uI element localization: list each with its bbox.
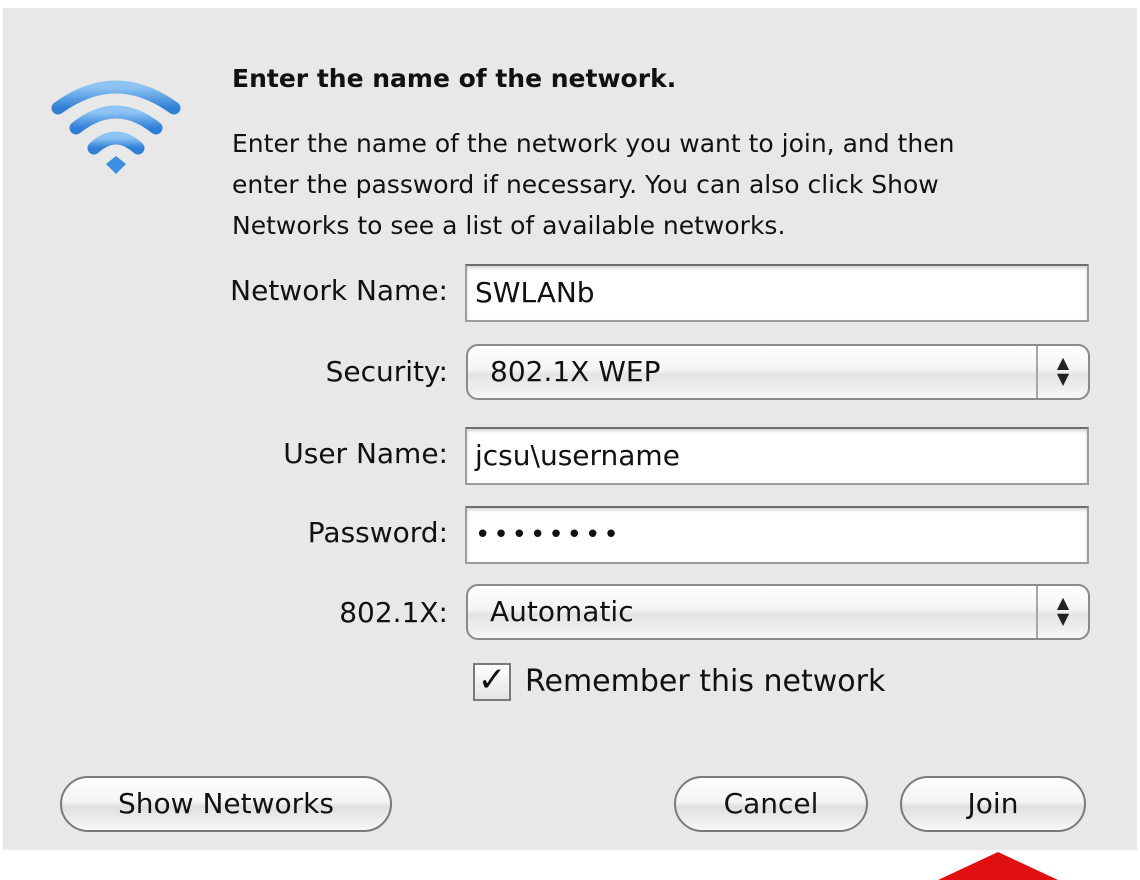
description-line-2: enter the password if necessary. You can… bbox=[232, 170, 939, 199]
top-edge bbox=[0, 0, 1140, 8]
network-name-label: Network Name: bbox=[230, 274, 448, 307]
cancel-button[interactable]: Cancel bbox=[674, 776, 868, 832]
password-field[interactable]: •••••••• bbox=[465, 506, 1089, 564]
dialog-description: Enter the name of the network you want t… bbox=[232, 123, 1092, 246]
eap-popup[interactable]: Automatic ▲ ▼ bbox=[466, 584, 1090, 640]
security-popup-value: 802.1X WEP bbox=[490, 355, 661, 388]
show-networks-button[interactable]: Show Networks bbox=[60, 776, 392, 832]
join-network-dialog: Enter the name of the network. Enter the… bbox=[0, 0, 1140, 880]
user-name-field[interactable]: jcsu\username bbox=[465, 427, 1089, 485]
popup-arrows-icon: ▲ ▼ bbox=[1036, 586, 1088, 638]
join-button[interactable]: Join bbox=[900, 776, 1086, 832]
red-arrow-icon bbox=[938, 852, 1058, 880]
network-name-field[interactable]: SWLANb bbox=[465, 264, 1089, 322]
remember-network-label[interactable]: Remember this network bbox=[525, 664, 885, 699]
security-popup[interactable]: 802.1X WEP ▲ ▼ bbox=[466, 344, 1090, 400]
eap-label: 802.1X: bbox=[339, 596, 448, 629]
checkmark-icon: ✓ bbox=[477, 660, 507, 700]
security-label: Security: bbox=[325, 355, 448, 388]
password-label: Password: bbox=[307, 516, 448, 549]
description-line-1: Enter the name of the network you want t… bbox=[232, 129, 955, 158]
user-name-label: User Name: bbox=[283, 437, 448, 470]
description-line-3: Networks to see a list of available netw… bbox=[232, 211, 786, 240]
left-edge bbox=[0, 0, 3, 880]
eap-popup-value: Automatic bbox=[490, 595, 634, 628]
wifi-icon bbox=[51, 80, 181, 174]
popup-arrows-icon: ▲ ▼ bbox=[1036, 346, 1088, 398]
remember-network-checkbox[interactable]: ✓ bbox=[473, 663, 511, 701]
dialog-heading: Enter the name of the network. bbox=[232, 64, 677, 93]
